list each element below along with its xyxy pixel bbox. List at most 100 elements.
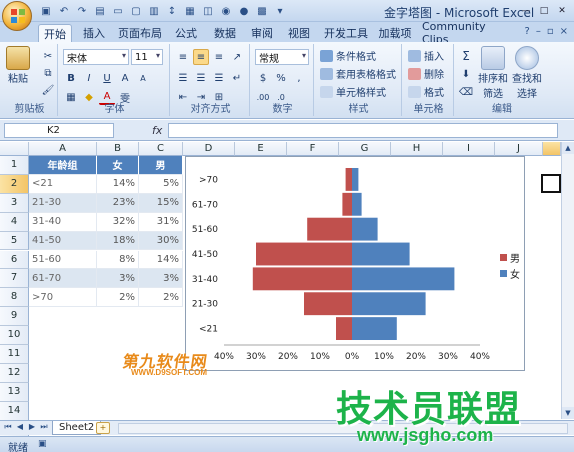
table-cell[interactable]: 8%	[97, 250, 139, 270]
table-cell[interactable]: 14%	[139, 250, 183, 270]
delete-cells-button[interactable]: 删除	[408, 66, 444, 81]
grow-font-button[interactable]: A	[117, 70, 133, 86]
row-header[interactable]: 11	[0, 345, 29, 364]
row-header[interactable]: 3	[0, 193, 29, 213]
new-icon[interactable]: ▢	[128, 3, 144, 19]
align-center-icon[interactable]: ☰	[193, 70, 209, 86]
column-header[interactable]: C	[139, 142, 183, 156]
row-header[interactable]: 13	[0, 382, 29, 402]
bar-female[interactable]	[352, 242, 410, 266]
table-header-cell[interactable]: 年龄组	[29, 156, 97, 175]
table-header-cell[interactable]: 女	[97, 156, 139, 175]
align-bottom-icon[interactable]: ≡	[211, 49, 227, 65]
bar-female[interactable]	[352, 192, 362, 216]
camera-icon[interactable]: ◉	[218, 3, 234, 19]
column-header[interactable]: H	[391, 142, 443, 156]
row-header[interactable]: 7	[0, 269, 29, 289]
ribbon-restore-icon[interactable]: ▫	[547, 26, 554, 37]
table-cell[interactable]: 61-70	[29, 269, 97, 289]
bar-female[interactable]	[352, 317, 397, 341]
pyramid-chart[interactable]: >70 61-70 51-60 41-50 31-40 21-30 <21 40% 30% 20%…	[185, 156, 525, 371]
row-header[interactable]: 14	[0, 401, 29, 421]
align-middle-icon[interactable]: ≡	[193, 49, 209, 65]
tab-developer[interactable]: 开发工具	[324, 24, 368, 42]
format-painter-icon[interactable]: 🖌	[40, 82, 56, 98]
bar-male[interactable]	[345, 167, 352, 191]
insert-sheet-icon[interactable]: +	[96, 422, 110, 434]
table-cell[interactable]: 51-60	[29, 250, 97, 270]
shrink-font-button[interactable]: A	[135, 70, 151, 86]
row-header[interactable]: 8	[0, 288, 29, 308]
bar-male[interactable]	[304, 292, 352, 316]
bar-male[interactable]	[307, 217, 352, 241]
bar-female[interactable]	[352, 292, 426, 316]
column-header[interactable]: F	[287, 142, 339, 156]
row-header[interactable]: 12	[0, 363, 29, 383]
column-header[interactable]: A	[29, 142, 97, 156]
table-format-button[interactable]: 套用表格格式	[320, 66, 396, 81]
bold-button[interactable]: B	[63, 70, 79, 86]
row-header[interactable]: 4	[0, 212, 29, 232]
vertical-scrollbar[interactable]: ▲ ▼	[561, 142, 574, 419]
open-icon[interactable]: ▭	[110, 3, 126, 19]
bar-female[interactable]	[352, 167, 359, 191]
format-cells-button[interactable]: 格式	[408, 84, 444, 99]
select-all-corner[interactable]	[0, 142, 29, 156]
maximize-icon[interactable]: □	[536, 3, 552, 18]
ribbon-close-icon[interactable]: ×	[560, 26, 568, 37]
formula-input[interactable]	[168, 123, 558, 138]
comma-button[interactable]: ,	[291, 70, 307, 86]
table-cell[interactable]: 2%	[139, 288, 183, 308]
bar-female[interactable]	[352, 217, 378, 241]
copy-icon[interactable]: ⧉	[40, 65, 56, 81]
tab-page-layout[interactable]: 页面布局	[118, 24, 162, 42]
sheet-tab[interactable]: Sheet2	[52, 421, 102, 435]
tab-home[interactable]: 开始	[38, 24, 72, 42]
last-sheet-icon[interactable]: ⏭	[39, 422, 49, 432]
column-header[interactable]: B	[97, 142, 139, 156]
bar-male[interactable]	[256, 242, 352, 266]
row-header[interactable]: 1	[0, 156, 29, 175]
number-format-select[interactable]: 常规	[255, 49, 309, 65]
cut-icon[interactable]: ✂	[40, 48, 56, 64]
table-cell[interactable]: 15%	[139, 193, 183, 213]
tab-view[interactable]: 视图	[285, 24, 313, 42]
column-header-selected[interactable]	[543, 142, 561, 156]
clear-icon[interactable]: ⌫	[458, 84, 474, 100]
fill-icon[interactable]: ⬇	[458, 66, 474, 82]
table-cell[interactable]: 30%	[139, 231, 183, 251]
table-cell[interactable]: 21-30	[29, 193, 97, 213]
align-left-icon[interactable]: ☰	[175, 70, 191, 86]
close-icon[interactable]: ✕	[554, 3, 570, 18]
column-header[interactable]: G	[339, 142, 391, 156]
table-cell[interactable]: 31-40	[29, 212, 97, 232]
table-cell[interactable]: 5%	[139, 174, 183, 194]
bar-female[interactable]	[352, 267, 455, 291]
table-header-cell[interactable]: 男	[139, 156, 183, 175]
table-cell[interactable]: 2%	[97, 288, 139, 308]
minimize-icon[interactable]: —	[518, 3, 534, 18]
save-icon[interactable]: ▣	[38, 3, 54, 19]
screen-icon[interactable]: ▩	[254, 3, 270, 19]
paste-button[interactable]: 粘贴	[6, 46, 30, 85]
font-name-select[interactable]: 宋体	[63, 49, 129, 65]
ribbon-minimize-icon[interactable]: –	[536, 26, 541, 37]
table-cell[interactable]: 3%	[139, 269, 183, 289]
conditional-format-button[interactable]: 条件格式	[320, 48, 376, 63]
table-cell[interactable]: >70	[29, 288, 97, 308]
row-header[interactable]: 2	[0, 174, 29, 194]
font-size-select[interactable]: 11	[131, 49, 163, 65]
name-box[interactable]: K2	[4, 123, 114, 138]
currency-button[interactable]: $	[255, 70, 271, 86]
orientation-icon[interactable]: ↗	[229, 49, 245, 65]
wrap-text-icon[interactable]: ↵	[229, 70, 245, 86]
row-header[interactable]: 6	[0, 250, 29, 270]
table-cell[interactable]: 18%	[97, 231, 139, 251]
table-icon[interactable]: ▦	[182, 3, 198, 19]
align-right-icon[interactable]: ☰	[211, 70, 227, 86]
row-header[interactable]: 5	[0, 231, 29, 251]
table-cell[interactable]: <21	[29, 174, 97, 194]
table-cell[interactable]: 31%	[139, 212, 183, 232]
tab-review[interactable]: 审阅	[248, 24, 276, 42]
help-icon[interactable]: ?	[525, 26, 530, 37]
